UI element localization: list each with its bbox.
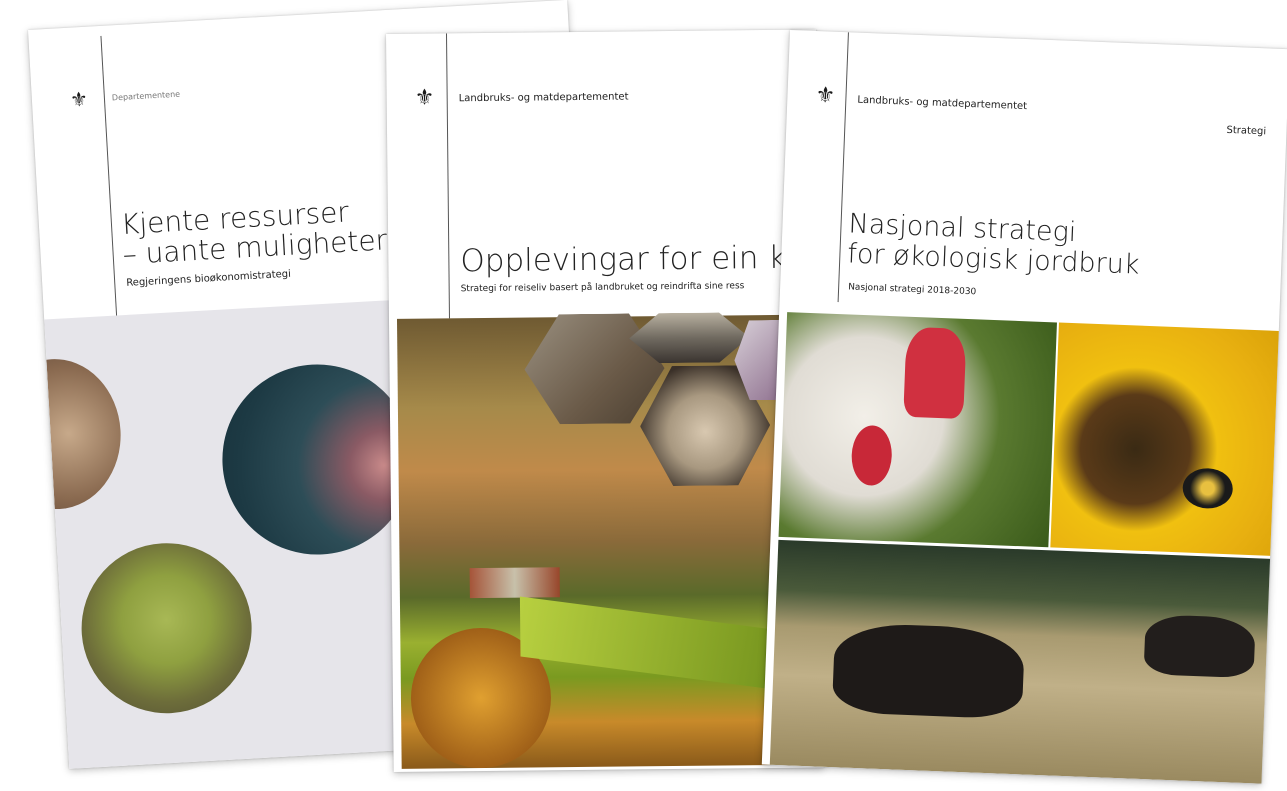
cover-department: Landbruks- og matdepartementet bbox=[458, 91, 629, 105]
norwegian-lion-crest-icon: ⚜ bbox=[69, 86, 89, 112]
chicken-wattle bbox=[850, 424, 893, 487]
farm-houses bbox=[469, 567, 560, 599]
black-cow-right bbox=[1143, 614, 1256, 679]
cover-department: Landbruks- og matdepartementet bbox=[857, 94, 1028, 113]
photo-chicken bbox=[778, 312, 1057, 548]
black-cow-left bbox=[831, 622, 1026, 720]
cover-subtitle: Regjeringens bioøkonomistrategi bbox=[125, 268, 292, 289]
chicken-comb bbox=[903, 326, 967, 419]
cover-organic-farming-strategy: ⚜ Landbruks- og matdepartementet Strateg… bbox=[761, 30, 1287, 784]
bumblebee bbox=[1181, 467, 1234, 510]
lichen-texture-circle bbox=[76, 538, 257, 718]
bark-texture-circle bbox=[44, 355, 125, 513]
cover-title: Opplevingar for ein kvar bbox=[460, 239, 824, 280]
norwegian-lion-crest-icon: ⚜ bbox=[815, 83, 836, 109]
cover-label-strategi: Strategi bbox=[1226, 124, 1267, 138]
cover-tourism-strategy: ⚜ Landbruks- og matdepartementet Opplevi… bbox=[386, 29, 824, 772]
photo-grazing-cows bbox=[769, 539, 1283, 784]
photo-sunflower-bee bbox=[1050, 322, 1287, 557]
cover-divider-line bbox=[100, 35, 119, 336]
cover-subtitle: Nasjonal strategi 2018-2030 bbox=[847, 282, 977, 298]
cover-divider-line bbox=[445, 33, 450, 319]
cover-title-line2: for økologisk jordbruk bbox=[846, 238, 1141, 281]
dark-teal-texture-circle bbox=[217, 359, 418, 560]
cover-subtitle: Strategi for reiseliv basert på landbruk… bbox=[460, 281, 745, 295]
norwegian-lion-crest-icon: ⚜ bbox=[414, 85, 435, 111]
cover-department: Departementene bbox=[111, 89, 181, 103]
